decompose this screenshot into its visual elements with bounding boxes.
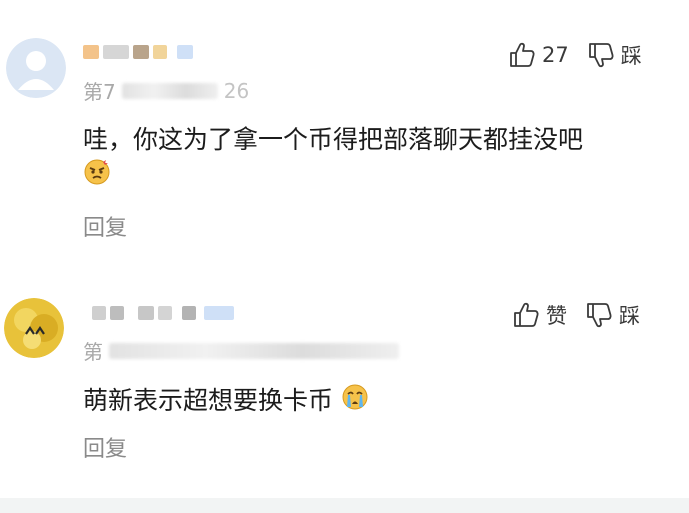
bottom-divider <box>0 498 689 513</box>
floor-info: 第 <box>83 336 399 365</box>
avatar[interactable] <box>6 38 66 98</box>
floor-info: 第7 26 <box>83 76 249 105</box>
like-label: 赞 <box>546 304 567 328</box>
avatar[interactable] <box>4 298 64 358</box>
thumbs-up-icon <box>514 302 539 327</box>
floor-label: 第 <box>83 340 103 364</box>
comment-body: 哇，你这为了拿一个币得把部落聊天都挂没吧 <box>83 125 584 154</box>
floor-time-tail: 26 <box>223 78 250 103</box>
comment-text: 哇，你这为了拿一个币得把部落聊天都挂没吧 <box>83 122 673 196</box>
dislike-button[interactable]: 踩 <box>585 300 640 330</box>
thumbs-up-icon <box>510 42 535 67</box>
thumbs-down-icon <box>587 303 612 328</box>
like-count: 27 <box>542 43 569 67</box>
floor-label: 第7 <box>83 80 116 104</box>
reply-button[interactable]: 回复 <box>83 210 127 242</box>
comment-actions: 赞 踩 <box>512 300 640 330</box>
comment-body: 萌新表示超想要换卡币 <box>83 386 334 415</box>
like-button[interactable]: 27 <box>508 41 569 69</box>
redacted-timestamp <box>121 82 218 99</box>
reply-button[interactable]: 回复 <box>83 431 127 463</box>
comment-item: 第7 26 27 踩 哇，你这为了拿一个币得把部落聊天都挂没吧 回复 <box>0 0 689 270</box>
username[interactable] <box>83 45 193 59</box>
comment-text: 萌新表示超想要换卡币 <box>83 383 673 421</box>
username[interactable] <box>92 306 234 320</box>
dislike-label: 踩 <box>620 44 642 68</box>
comment-item: 第 赞 踩 萌新表示超想要换卡币 回复 <box>0 270 689 500</box>
redacted-timestamp <box>109 342 399 359</box>
like-button[interactable]: 赞 <box>512 300 567 330</box>
dislike-button[interactable]: 踩 <box>587 40 642 70</box>
comment-actions: 27 踩 <box>508 40 642 70</box>
thumbs-down-icon <box>588 43 614 68</box>
crying-face-icon <box>341 383 369 421</box>
angry-face-icon <box>83 158 111 196</box>
dislike-label: 踩 <box>619 304 640 328</box>
